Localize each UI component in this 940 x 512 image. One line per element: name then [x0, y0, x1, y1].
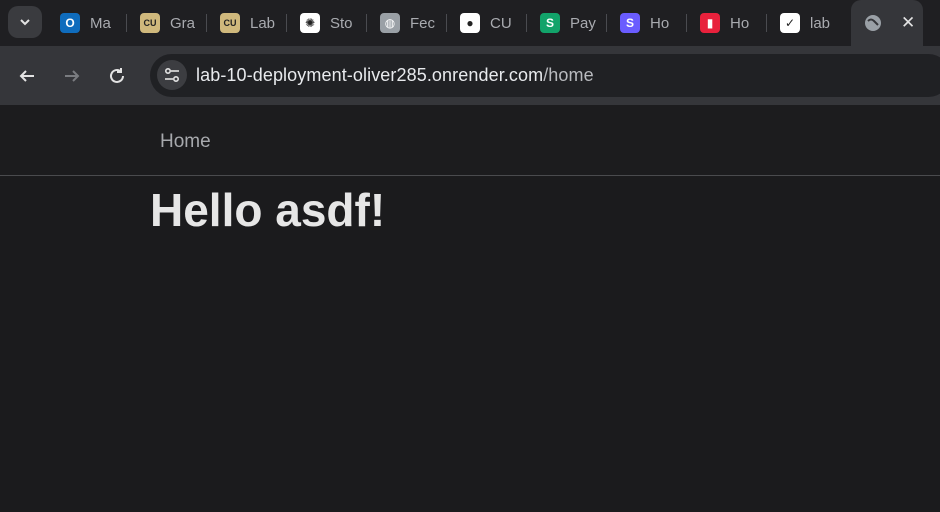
github-icon: ●: [460, 13, 480, 33]
render-icon: ✓: [780, 13, 800, 33]
tab-4[interactable]: ◍ Fec: [368, 0, 448, 46]
tab-title: Fec: [410, 14, 436, 32]
reload-icon: [110, 68, 124, 83]
tab-separator: [766, 14, 767, 32]
bookmark-icon: ▮: [700, 13, 720, 33]
chatgpt-icon: ✺: [300, 13, 320, 33]
tab-title: Gra: [170, 14, 196, 32]
site-navbar: Home: [0, 105, 940, 176]
browser-toolbar: lab-10-deployment-oliver285.onrender.com…: [0, 46, 940, 105]
cu-logo-icon: CU: [140, 13, 160, 33]
s-logo-icon: S: [540, 13, 560, 33]
tab-title: Ma: [90, 14, 111, 32]
tab-separator: [126, 14, 127, 32]
tab-title: Pay: [570, 14, 596, 32]
tab-separator: [446, 14, 447, 32]
chevron-down-icon: [20, 19, 30, 26]
tune-icon: [164, 67, 180, 83]
tab-6[interactable]: S Pay: [528, 0, 608, 46]
close-tab-icon[interactable]: ✕: [901, 13, 915, 33]
tab-title: lab: [810, 14, 831, 32]
address-bar[interactable]: lab-10-deployment-oliver285.onrender.com…: [150, 54, 940, 97]
tab-search-button[interactable]: [8, 6, 42, 38]
url-host: lab-10-deployment-oliver285.onrender.com: [196, 65, 544, 85]
s-logo-icon: S: [620, 13, 640, 33]
tab-title: Lab: [250, 14, 276, 32]
tab-3[interactable]: ✺ Sto: [288, 0, 368, 46]
site-info-button[interactable]: [157, 60, 187, 90]
page-content: Home Hello asdf!: [0, 105, 940, 512]
tab-title: CU: [490, 14, 512, 32]
url-text[interactable]: lab-10-deployment-oliver285.onrender.com…: [196, 65, 594, 86]
tab-separator: [526, 14, 527, 32]
page-title: Hello asdf!: [150, 184, 386, 236]
reload-button[interactable]: [102, 61, 132, 91]
tab-active[interactable]: ✕: [851, 0, 923, 46]
tab-0[interactable]: O Ma: [48, 0, 128, 46]
url-path: /home: [543, 65, 594, 85]
tab-separator: [686, 14, 687, 32]
back-button[interactable]: [12, 61, 42, 91]
tab-title: Ho: [730, 14, 750, 32]
tab-9[interactable]: ✓ lab: [768, 0, 848, 46]
arrow-right-icon: [65, 70, 80, 82]
tab-1[interactable]: CU Gra: [128, 0, 208, 46]
arrow-left-icon: [19, 70, 34, 82]
globe-icon: [863, 13, 883, 33]
tab-5[interactable]: ● CU: [448, 0, 528, 46]
nav-home-link[interactable]: Home: [160, 131, 211, 153]
tab-separator: [606, 14, 607, 32]
tab-7[interactable]: S Ho: [608, 0, 688, 46]
tab-title: Sto: [330, 14, 353, 32]
tab-2[interactable]: CU Lab: [208, 0, 288, 46]
tab-strip: O Ma CU Gra CU Lab ✺ Sto ◍ Fec ● CU S Pay S Ho ▮ Ho ✓ lab ✕: [0, 0, 940, 46]
outlook-icon: O: [60, 13, 80, 33]
globe-icon: ◍: [380, 13, 400, 33]
tab-8[interactable]: ▮ Ho: [688, 0, 768, 46]
tab-title: Ho: [650, 14, 670, 32]
tab-separator: [206, 14, 207, 32]
cu-logo-icon: CU: [220, 13, 240, 33]
tab-separator: [286, 14, 287, 32]
forward-button[interactable]: [57, 61, 87, 91]
tab-separator: [366, 14, 367, 32]
